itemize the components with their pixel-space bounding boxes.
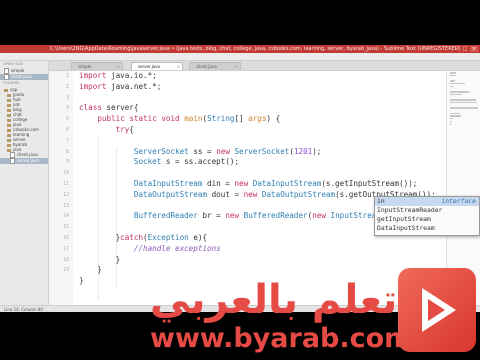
watermark-arabic-text: تعلم بالعربي xyxy=(150,277,398,323)
line-number: 7 xyxy=(65,137,69,144)
line-number: 9 xyxy=(65,159,69,166)
line-number: 10 xyxy=(62,170,69,177)
line-number: 13 xyxy=(62,202,69,209)
minimap-line xyxy=(450,101,478,104)
code-line[interactable]: Socket s = ss.accept(); xyxy=(79,157,464,168)
byarab-logo-icon xyxy=(398,268,476,352)
line-number: 14 xyxy=(62,213,69,220)
minimap-line xyxy=(450,74,457,77)
minimap-line xyxy=(450,93,463,96)
open-files-header: OPEN FILES xyxy=(3,62,24,66)
close-tab-icon[interactable]: × xyxy=(117,63,120,71)
autocomplete-item[interactable]: getInputStream xyxy=(375,215,479,224)
autocomplete-hint: interface xyxy=(441,197,476,205)
watermark-url: www.byarab.com xyxy=(150,323,413,354)
line-number-gutter: 1 2 3 4 5 6 7 8 9 10 11 12 13 14 15 16 17 18 19 xyxy=(49,71,73,305)
line-number: 16 xyxy=(62,235,69,241)
code-line[interactable]: ServerSocket ss = new ServerSocket(1201)… xyxy=(79,147,464,158)
tab-bar: simple × server.java × client.java × xyxy=(49,61,480,71)
play-icon xyxy=(422,288,456,332)
file-icon xyxy=(4,74,9,80)
line-number: 3 xyxy=(65,94,69,101)
line-number: 2 xyxy=(65,83,69,90)
close-icon[interactable]: × xyxy=(470,46,478,52)
tab-server-java[interactable]: server.java × xyxy=(131,62,183,70)
line-number: 17 xyxy=(62,245,69,252)
autocomplete-label: in xyxy=(377,197,385,205)
autocomplete-item[interactable]: InputStreamReader xyxy=(375,206,479,215)
minimap-line xyxy=(450,117,454,120)
sidebar-open-file[interactable]: client.java xyxy=(0,74,48,80)
sidebar-item-label: simple xyxy=(11,68,25,73)
window-title: C:\Users\2NG\AppData\Roaming\javaserver.… xyxy=(50,46,461,52)
tab-client-java[interactable]: client.java × xyxy=(189,62,241,70)
sidebar-item-label: client.java xyxy=(11,74,32,79)
minimize-icon[interactable]: – xyxy=(452,46,460,52)
file-icon xyxy=(10,158,15,164)
minimap-line xyxy=(450,115,461,117)
minimap-line xyxy=(450,120,452,123)
code-line[interactable] xyxy=(79,168,464,179)
code-line[interactable]: DataInputStream din = new DataInputStrea… xyxy=(79,179,464,190)
minimap-line xyxy=(450,82,466,85)
maximize-icon[interactable]: □ xyxy=(461,46,469,52)
tab-label: client.java xyxy=(196,64,217,69)
minimap-line xyxy=(450,72,456,74)
autocomplete-item[interactable]: in interface xyxy=(375,197,479,206)
sidebar: OPEN FILES simple client.java FOLDERS cp… xyxy=(0,61,49,305)
line-number: 8 xyxy=(65,148,69,155)
autocomplete-label: getInputStream xyxy=(377,215,431,223)
line-number: 5 xyxy=(65,116,69,123)
close-tab-icon[interactable]: × xyxy=(177,63,180,71)
minimap-line xyxy=(450,107,478,109)
autocomplete-item[interactable]: DataInputStream xyxy=(375,224,479,233)
code-line[interactable] xyxy=(79,93,464,104)
code-line[interactable]: public static void main(String[] args) { xyxy=(79,114,464,125)
minimap-line xyxy=(450,99,476,101)
code-line[interactable]: //handle exceptions xyxy=(79,244,464,255)
menu-bar: File Edit Selection Find View Goto Tools… xyxy=(0,53,480,70)
line-number: 12 xyxy=(62,191,69,198)
letterbox-top xyxy=(0,0,480,45)
code-line[interactable] xyxy=(79,136,464,147)
title-bar: C:\Users\2NG\AppData\Roaming\javaserver.… xyxy=(0,45,480,53)
autocomplete-popup[interactable]: in interface InputStreamReader getInputSt… xyxy=(374,196,480,236)
code-content[interactable]: import java.io.*; import java.net.*; clas… xyxy=(79,71,465,287)
autocomplete-label: InputStreamReader xyxy=(377,206,443,214)
line-number: 19 xyxy=(62,267,69,274)
tab-label: simple xyxy=(78,64,92,69)
sidebar-item-label: server.java xyxy=(17,158,39,163)
line-number: 18 xyxy=(62,256,69,263)
autocomplete-label: DataInputStream xyxy=(377,224,435,232)
code-line[interactable]: import java.io.*; xyxy=(79,71,464,82)
code-editor[interactable]: 1 2 3 4 5 6 7 8 9 10 11 12 13 14 15 16 17 18 19 import jav… xyxy=(49,71,465,305)
minimap-line xyxy=(450,80,455,82)
sidebar-file[interactable]: server.java xyxy=(0,158,48,164)
line-number: 6 xyxy=(65,127,69,133)
close-tab-icon[interactable]: × xyxy=(235,63,238,71)
code-line[interactable]: class server{ xyxy=(79,103,464,114)
code-line[interactable]: try{ xyxy=(79,125,464,136)
line-number: 4 xyxy=(65,105,69,112)
line-number: 15 xyxy=(62,224,69,231)
line-number: 11 xyxy=(62,181,69,187)
minimap-line xyxy=(450,85,455,88)
code-line[interactable]: } xyxy=(79,255,464,266)
minimap-line xyxy=(450,91,469,93)
line-number: 1 xyxy=(65,73,69,79)
folders-header: FOLDERS xyxy=(3,81,20,85)
code-line[interactable]: import java.net.*; xyxy=(79,82,464,93)
tab-simple[interactable]: simple × xyxy=(71,62,123,70)
tab-label: server.java xyxy=(138,64,160,69)
sidebar-item-label: client.java xyxy=(17,152,38,157)
minimap-line xyxy=(450,112,460,114)
